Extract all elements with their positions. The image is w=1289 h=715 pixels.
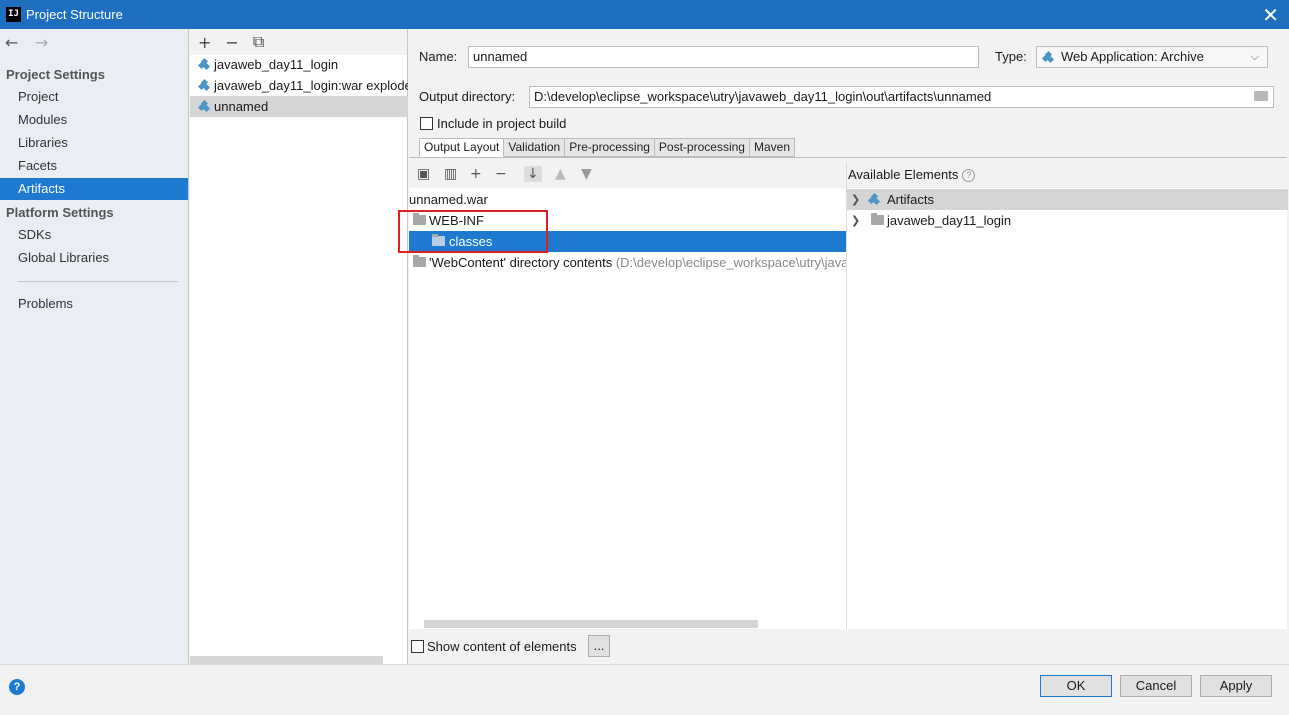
browse-folder-icon[interactable] — [1254, 91, 1268, 101]
nav-history: ← → — [5, 33, 60, 53]
output-directory-label: Output directory: — [419, 89, 516, 104]
type-label: Type: — [995, 49, 1027, 64]
move-down-icon[interactable]: ▼ — [581, 166, 592, 182]
available-elements-header: Available Elements? — [847, 162, 1287, 188]
available-item-artifacts[interactable]: ❯ Artifacts — [847, 189, 1288, 210]
close-icon[interactable]: ✕ — [1262, 3, 1279, 27]
tab-pre-processing[interactable]: Pre-processing — [565, 138, 655, 157]
artifact-item[interactable]: javaweb_day11_login:war exploded — [190, 75, 408, 96]
nav-item-artifacts[interactable]: Artifacts — [0, 178, 188, 200]
settings-nav: ← → Project Settings Project Modules Lib… — [0, 29, 189, 664]
show-content-options-button[interactable]: ... — [588, 635, 610, 657]
artifacts-list-scrollbar[interactable] — [190, 656, 383, 664]
artifact-item[interactable]: javaweb_day11_login — [190, 54, 408, 75]
name-label: Name: — [419, 49, 458, 64]
platform-settings-header: Platform Settings — [6, 205, 114, 220]
artifact-icon — [197, 78, 211, 92]
copy-artifact-icon[interactable]: ⧉ — [253, 32, 264, 52]
show-content-label: Show content of elements — [427, 639, 577, 654]
add-artifact-icon[interactable]: + — [198, 33, 211, 52]
nav-item-sdks[interactable]: SDKs — [0, 224, 188, 246]
show-content-checkbox[interactable] — [411, 640, 424, 653]
window-titlebar: IJ Project Structure ✕ — [0, 0, 1289, 29]
help-icon[interactable]: ? — [9, 679, 25, 695]
nav-item-problems[interactable]: Problems — [0, 293, 188, 315]
move-up-icon[interactable]: ▲ — [555, 166, 566, 182]
chevron-right-icon[interactable]: ❯ — [851, 210, 860, 231]
include-in-build-label: Include in project build — [437, 116, 567, 131]
dialog-button-bar: ? OK Cancel Apply — [0, 664, 1289, 708]
window-title: Project Structure — [26, 7, 123, 22]
tab-validation[interactable]: Validation — [504, 138, 566, 157]
cancel-button[interactable]: Cancel — [1120, 675, 1192, 697]
nav-item-libraries[interactable]: Libraries — [0, 132, 188, 154]
remove-artifact-icon[interactable]: − — [225, 33, 238, 52]
artifact-tabs: Output Layout Validation Pre-processing … — [419, 138, 795, 157]
folder-icon — [413, 255, 426, 267]
remove-element-icon[interactable]: − — [495, 166, 507, 182]
add-archive-icon[interactable]: ▥ — [444, 166, 457, 182]
layout-root[interactable]: unnamed.war — [409, 189, 846, 210]
artifacts-toolbar: + − ⧉ — [190, 29, 407, 55]
type-select-value: Web Application: Archive — [1061, 49, 1204, 64]
include-in-build-checkbox[interactable] — [420, 117, 433, 130]
nav-item-modules[interactable]: Modules — [0, 109, 188, 131]
layout-toolbar: ▣ ▥ + − ↓ ▲ ▼ — [409, 162, 846, 188]
nav-item-project[interactable]: Project — [0, 86, 188, 108]
tree-row-webcontent[interactable]: 'WebContent' directory contents (D:\deve… — [409, 252, 846, 273]
available-elements-pane: Available Elements? ❯ Artifacts ❯ javawe… — [846, 162, 1288, 629]
artifact-icon — [197, 57, 211, 71]
chevron-down-icon: ⌵ — [1250, 50, 1259, 63]
artifact-item-selected[interactable]: unnamed — [190, 96, 408, 117]
module-folder-icon — [871, 213, 884, 225]
back-arrow-icon[interactable]: ← — [5, 33, 18, 52]
add-element-icon[interactable]: + — [470, 166, 482, 182]
tab-output-layout[interactable]: Output Layout — [419, 138, 505, 157]
chevron-right-icon[interactable]: ❯ — [851, 189, 860, 210]
web-archive-icon — [1041, 50, 1055, 64]
help-icon[interactable]: ? — [962, 169, 976, 183]
nav-divider — [18, 281, 178, 282]
available-item-module[interactable]: ❯ javaweb_day11_login — [847, 210, 1288, 231]
annotation-highlight-box — [398, 210, 548, 253]
nav-item-global-libraries[interactable]: Global Libraries — [0, 247, 188, 269]
artifacts-list-panel: + − ⧉ javaweb_day11_login javaweb_day11_… — [190, 29, 408, 664]
intellij-app-icon: IJ — [6, 7, 21, 22]
ok-button[interactable]: OK — [1040, 675, 1112, 697]
project-settings-header: Project Settings — [6, 67, 105, 82]
layout-scrollbar[interactable] — [424, 620, 758, 628]
type-select[interactable]: Web Application: Archive ⌵ — [1036, 46, 1268, 68]
artifact-icon — [197, 99, 211, 113]
apply-button[interactable]: Apply — [1200, 675, 1272, 697]
name-field[interactable]: unnamed — [468, 46, 979, 68]
artifact-details-panel: Name: unnamed Type: Web Application: Arc… — [409, 29, 1288, 664]
output-directory-field[interactable]: D:\develop\eclipse_workspace\utry\javawe… — [529, 86, 1274, 108]
nav-item-facets[interactable]: Facets — [0, 155, 188, 177]
tab-maven[interactable]: Maven — [749, 138, 795, 157]
artifact-icon — [867, 192, 881, 206]
forward-arrow-icon[interactable]: → — [35, 33, 48, 52]
tab-divider — [409, 157, 1287, 158]
sort-icon[interactable]: ↓ — [524, 166, 542, 182]
tab-post-processing[interactable]: Post-processing — [654, 138, 750, 157]
create-directory-icon[interactable]: ▣ — [417, 166, 430, 182]
